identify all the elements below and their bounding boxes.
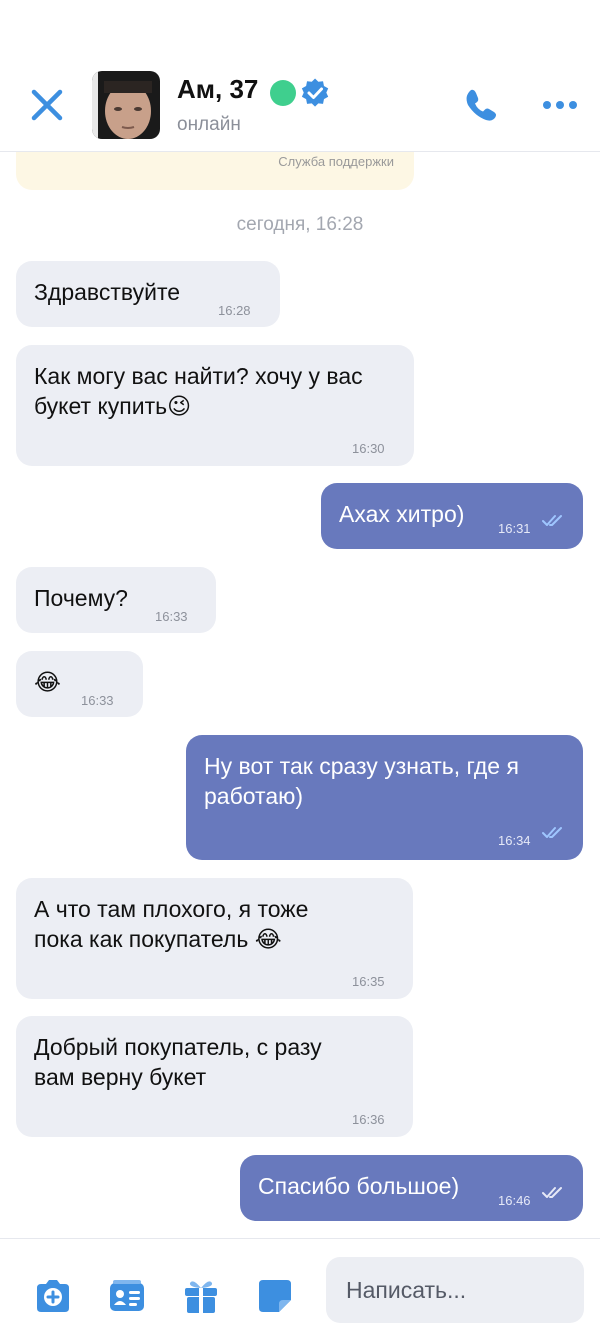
message-time: 16:28 <box>218 303 251 318</box>
more-icon[interactable] <box>542 96 578 114</box>
message-time: 16:33 <box>81 693 114 708</box>
message-incoming[interactable]: А что там плохого, я тоже пока как покуп… <box>16 878 413 999</box>
contact-status: онлайн <box>177 114 241 135</box>
message-incoming[interactable]: Добрый покупатель, с разу вам верну буке… <box>16 1016 413 1137</box>
message-text: Как могу вас найти? хочу у вас букет куп… <box>34 363 363 419</box>
message-text: А что там плохого, я тоже пока как покуп… <box>34 896 309 952</box>
camera-icon[interactable] <box>33 1276 73 1316</box>
close-icon[interactable] <box>28 86 66 124</box>
date-separator: сегодня, 16:28 <box>236 214 364 235</box>
avatar[interactable] <box>92 71 160 139</box>
message-outgoing[interactable]: Ахах хитро) 16:31 <box>321 483 583 549</box>
contact-card-icon[interactable] <box>107 1276 147 1316</box>
message-text: Ахах хитро) <box>339 501 465 527</box>
message-text: Ну вот так сразу узнать, где я работаю) <box>204 753 519 809</box>
read-ticks-icon <box>542 515 562 526</box>
message-time: 16:30 <box>352 441 385 456</box>
read-ticks-icon <box>542 827 562 838</box>
message-time: 16:35 <box>352 974 385 989</box>
message-input[interactable]: Написать... <box>326 1257 584 1323</box>
read-ticks-icon <box>542 1187 562 1198</box>
phone-icon[interactable] <box>462 86 500 124</box>
gift-icon[interactable] <box>181 1276 221 1316</box>
message-text: Здравствуйте <box>34 279 181 305</box>
online-indicator <box>270 80 296 106</box>
contact-name: Ам, 37 <box>177 74 259 104</box>
chat-header: Ам, 37 онлайн <box>0 0 600 152</box>
message-text: Спасибо большое) <box>258 1173 460 1199</box>
message-time: 16:34 <box>498 833 531 848</box>
sticker-icon[interactable] <box>255 1276 295 1316</box>
message-incoming[interactable]: Здравствуйте 16:28 <box>16 261 280 327</box>
message-incoming[interactable]: 😂 16:33 <box>16 651 143 717</box>
message-outgoing[interactable]: Ну вот так сразу узнать, где я работаю) … <box>186 735 583 860</box>
message-time: 16:36 <box>352 1112 385 1127</box>
verified-icon <box>301 78 329 107</box>
message-outgoing[interactable]: Спасибо большое) 16:46 <box>240 1155 583 1221</box>
message-incoming[interactable]: Почему? 16:33 <box>16 567 216 633</box>
message-time: 16:31 <box>498 521 531 536</box>
message-time: 16:46 <box>498 1193 531 1208</box>
message-text: Добрый покупатель, с разу вам верну буке… <box>34 1034 322 1090</box>
message-time: 16:33 <box>155 609 188 624</box>
message-incoming[interactable]: Как могу вас найти? хочу у вас букет куп… <box>16 345 414 466</box>
support-card-label: Служба поддержки <box>278 154 394 169</box>
message-text: Почему? <box>34 585 128 611</box>
message-emoji: 😂 <box>34 669 61 695</box>
